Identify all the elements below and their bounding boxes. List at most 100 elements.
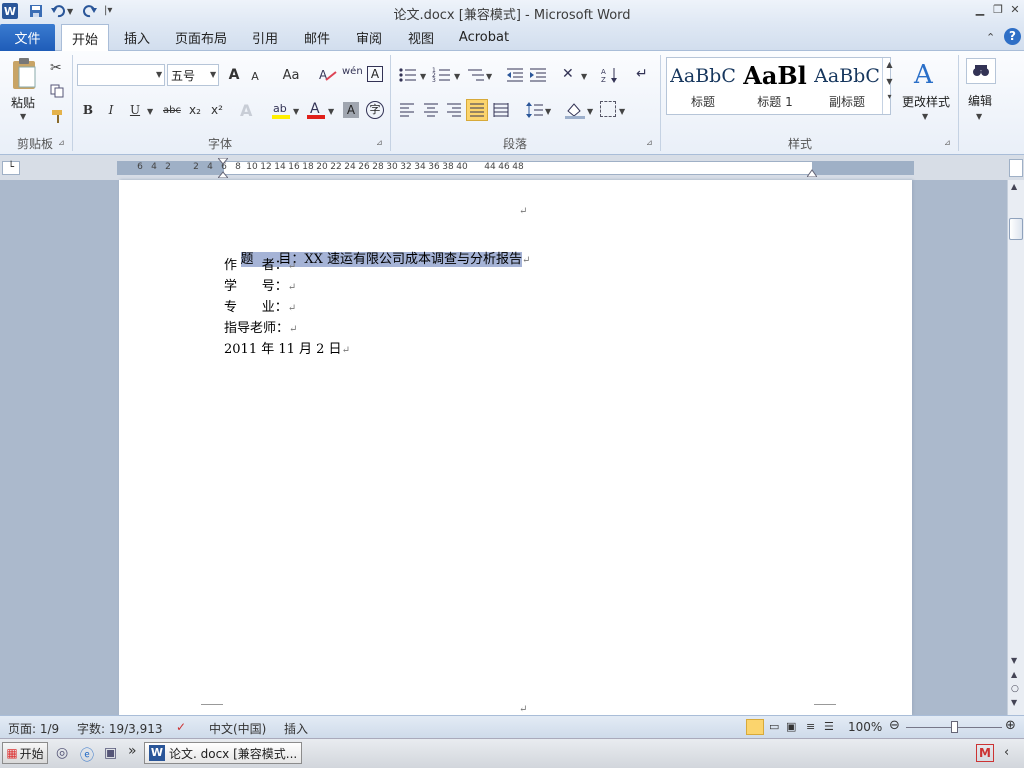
font-size-dropdown-icon[interactable]: ▼: [210, 70, 216, 79]
highlight-dropdown-icon[interactable]: ▼: [293, 107, 299, 116]
styles-launcher-icon[interactable]: ⊿: [944, 138, 951, 147]
scroll-thumb[interactable]: [1009, 218, 1023, 240]
borders-icon[interactable]: [600, 101, 616, 117]
sort-icon[interactable]: AZ: [601, 66, 619, 84]
decrease-indent-icon[interactable]: [506, 66, 524, 84]
restore-icon[interactable]: ❐: [990, 3, 1006, 17]
shrink-font-button[interactable]: A: [247, 68, 263, 84]
style-subtitle[interactable]: AaBbC 副标题: [812, 59, 882, 113]
tab-file[interactable]: 文件: [0, 24, 55, 51]
numbering-icon[interactable]: 123: [432, 66, 452, 84]
paste-label[interactable]: 粘贴: [11, 94, 35, 111]
align-center-icon[interactable]: [422, 101, 440, 119]
draft-view-icon[interactable]: ☰: [824, 720, 834, 733]
horizontal-ruler[interactable]: 6 4 2 2 4 6 8 10 12 14 16 18 20 22 24 26 28 30 32 34 36 38 40 4…: [117, 161, 914, 175]
print-layout-view-icon[interactable]: [746, 719, 764, 735]
doc-line-major[interactable]: 专 业：↵: [224, 296, 296, 315]
clear-formatting-icon[interactable]: A: [318, 66, 338, 84]
character-shading-icon[interactable]: A: [343, 102, 359, 118]
document-page[interactable]: ↵ 题 目：XX 速运有限公司成本调查与分析报告↵ 作 者：↵ 学 号：↵ 专 …: [119, 180, 912, 715]
cut-icon[interactable]: ✂: [50, 60, 62, 76]
tray-expand-icon[interactable]: ‹: [1004, 745, 1009, 760]
font-name-combo[interactable]: [77, 64, 165, 86]
tab-references[interactable]: 引用: [245, 24, 285, 51]
outline-view-icon[interactable]: ≡: [806, 720, 815, 733]
font-color-icon[interactable]: A: [307, 100, 325, 120]
underline-dropdown-icon[interactable]: ▼: [147, 107, 153, 116]
tab-view[interactable]: 视图: [401, 24, 441, 51]
close-icon[interactable]: ✕: [1007, 3, 1023, 17]
shading-icon[interactable]: [565, 101, 585, 119]
minimize-ribbon-icon[interactable]: ⌃: [986, 31, 995, 44]
borders-dropdown-icon[interactable]: ▼: [619, 107, 625, 116]
style-heading1[interactable]: AaBl 标题 1: [740, 59, 810, 113]
chinese-layout-icon[interactable]: ✕: [562, 66, 582, 84]
numbering-dropdown-icon[interactable]: ▼: [454, 72, 460, 81]
doc-line-student-id[interactable]: 学 号：↵: [224, 275, 296, 294]
align-right-icon[interactable]: [445, 101, 463, 119]
justify-icon[interactable]: [466, 99, 488, 121]
scroll-up-icon[interactable]: ▲: [1011, 182, 1017, 191]
web-layout-icon[interactable]: ▣: [786, 720, 796, 733]
ie-icon[interactable]: ⓔ: [80, 745, 94, 765]
insert-mode[interactable]: 插入: [284, 720, 308, 737]
bullets-dropdown-icon[interactable]: ▼: [420, 72, 426, 81]
copy-icon[interactable]: [50, 84, 64, 98]
font-launcher-icon[interactable]: ⊿: [376, 138, 383, 147]
clipboard-launcher-icon[interactable]: ⊿: [58, 138, 65, 147]
minimize-icon[interactable]: ▁: [972, 3, 988, 17]
tab-selector-icon[interactable]: └: [2, 161, 20, 175]
style-title[interactable]: AaBbC 标题: [668, 59, 738, 113]
italic-button[interactable]: I: [103, 101, 119, 119]
previous-page-icon[interactable]: ▲: [1011, 670, 1017, 679]
grow-font-button[interactable]: A: [225, 66, 243, 84]
word-count[interactable]: 字数: 19/3,913: [77, 720, 163, 737]
taskbar-word-item[interactable]: W 论文. docx [兼容模式...: [144, 742, 302, 764]
paragraph-launcher-icon[interactable]: ⊿: [646, 138, 653, 147]
find-binoculars-icon[interactable]: [966, 58, 996, 84]
doc-line-date[interactable]: 2011 年 11 月 2 日↵: [224, 338, 350, 357]
proofing-icon[interactable]: ✓: [176, 720, 186, 734]
editing-label[interactable]: 编辑: [968, 92, 992, 109]
doc-line-author[interactable]: 作 者：↵: [224, 254, 296, 273]
phonetic-guide-icon[interactable]: wén: [342, 66, 363, 84]
help-icon[interactable]: ?: [1004, 28, 1021, 45]
editing-dropdown-icon[interactable]: ▼: [976, 112, 982, 121]
full-screen-reading-icon[interactable]: ▭: [769, 720, 779, 733]
increase-indent-icon[interactable]: [529, 66, 547, 84]
zoom-in-icon[interactable]: ⊕: [1005, 718, 1016, 733]
scroll-down-icon[interactable]: ▼: [1011, 656, 1017, 665]
superscript-button[interactable]: x²: [208, 101, 226, 119]
language[interactable]: 中文(中国): [209, 720, 266, 737]
show-hide-marks-icon[interactable]: ↵: [636, 66, 650, 84]
change-styles-dropdown-icon[interactable]: ▼: [922, 112, 928, 121]
quick-launch-more-icon[interactable]: »: [128, 743, 137, 759]
distributed-icon[interactable]: [492, 101, 510, 119]
tab-mailings[interactable]: 邮件: [297, 24, 337, 51]
select-browse-object-icon[interactable]: ○: [1011, 684, 1019, 694]
highlight-color-icon[interactable]: ab: [272, 100, 290, 120]
tab-home[interactable]: 开始: [61, 24, 109, 52]
strikethrough-button[interactable]: abc: [160, 101, 184, 119]
character-border-icon[interactable]: A: [367, 66, 383, 82]
zoom-out-icon[interactable]: ⊖: [889, 718, 900, 733]
paste-dropdown-icon[interactable]: ▼: [20, 112, 26, 121]
tab-acrobat[interactable]: Acrobat: [455, 24, 513, 51]
zoom-level[interactable]: 100%: [848, 720, 882, 734]
format-painter-icon[interactable]: [50, 108, 66, 124]
bold-button[interactable]: B: [80, 101, 96, 119]
start-button[interactable]: ▦ 开始: [2, 742, 48, 764]
right-indent-marker-icon[interactable]: [806, 166, 818, 178]
enclose-characters-icon[interactable]: 字: [366, 101, 384, 119]
doc-line-advisor[interactable]: 指导老师：↵: [224, 317, 297, 336]
subscript-button[interactable]: x₂: [186, 101, 204, 119]
font-color-dropdown-icon[interactable]: ▼: [328, 107, 334, 116]
multilevel-list-icon[interactable]: [466, 66, 486, 84]
view-ruler-icon[interactable]: [1009, 159, 1023, 177]
shading-dropdown-icon[interactable]: ▼: [587, 107, 593, 116]
tab-page-layout[interactable]: 页面布局: [170, 24, 232, 51]
line-spacing-dropdown-icon[interactable]: ▼: [545, 107, 551, 116]
quick-launch-icon[interactable]: ◎: [56, 745, 68, 761]
font-name-dropdown-icon[interactable]: ▼: [156, 70, 162, 79]
underline-button[interactable]: U: [127, 101, 143, 119]
